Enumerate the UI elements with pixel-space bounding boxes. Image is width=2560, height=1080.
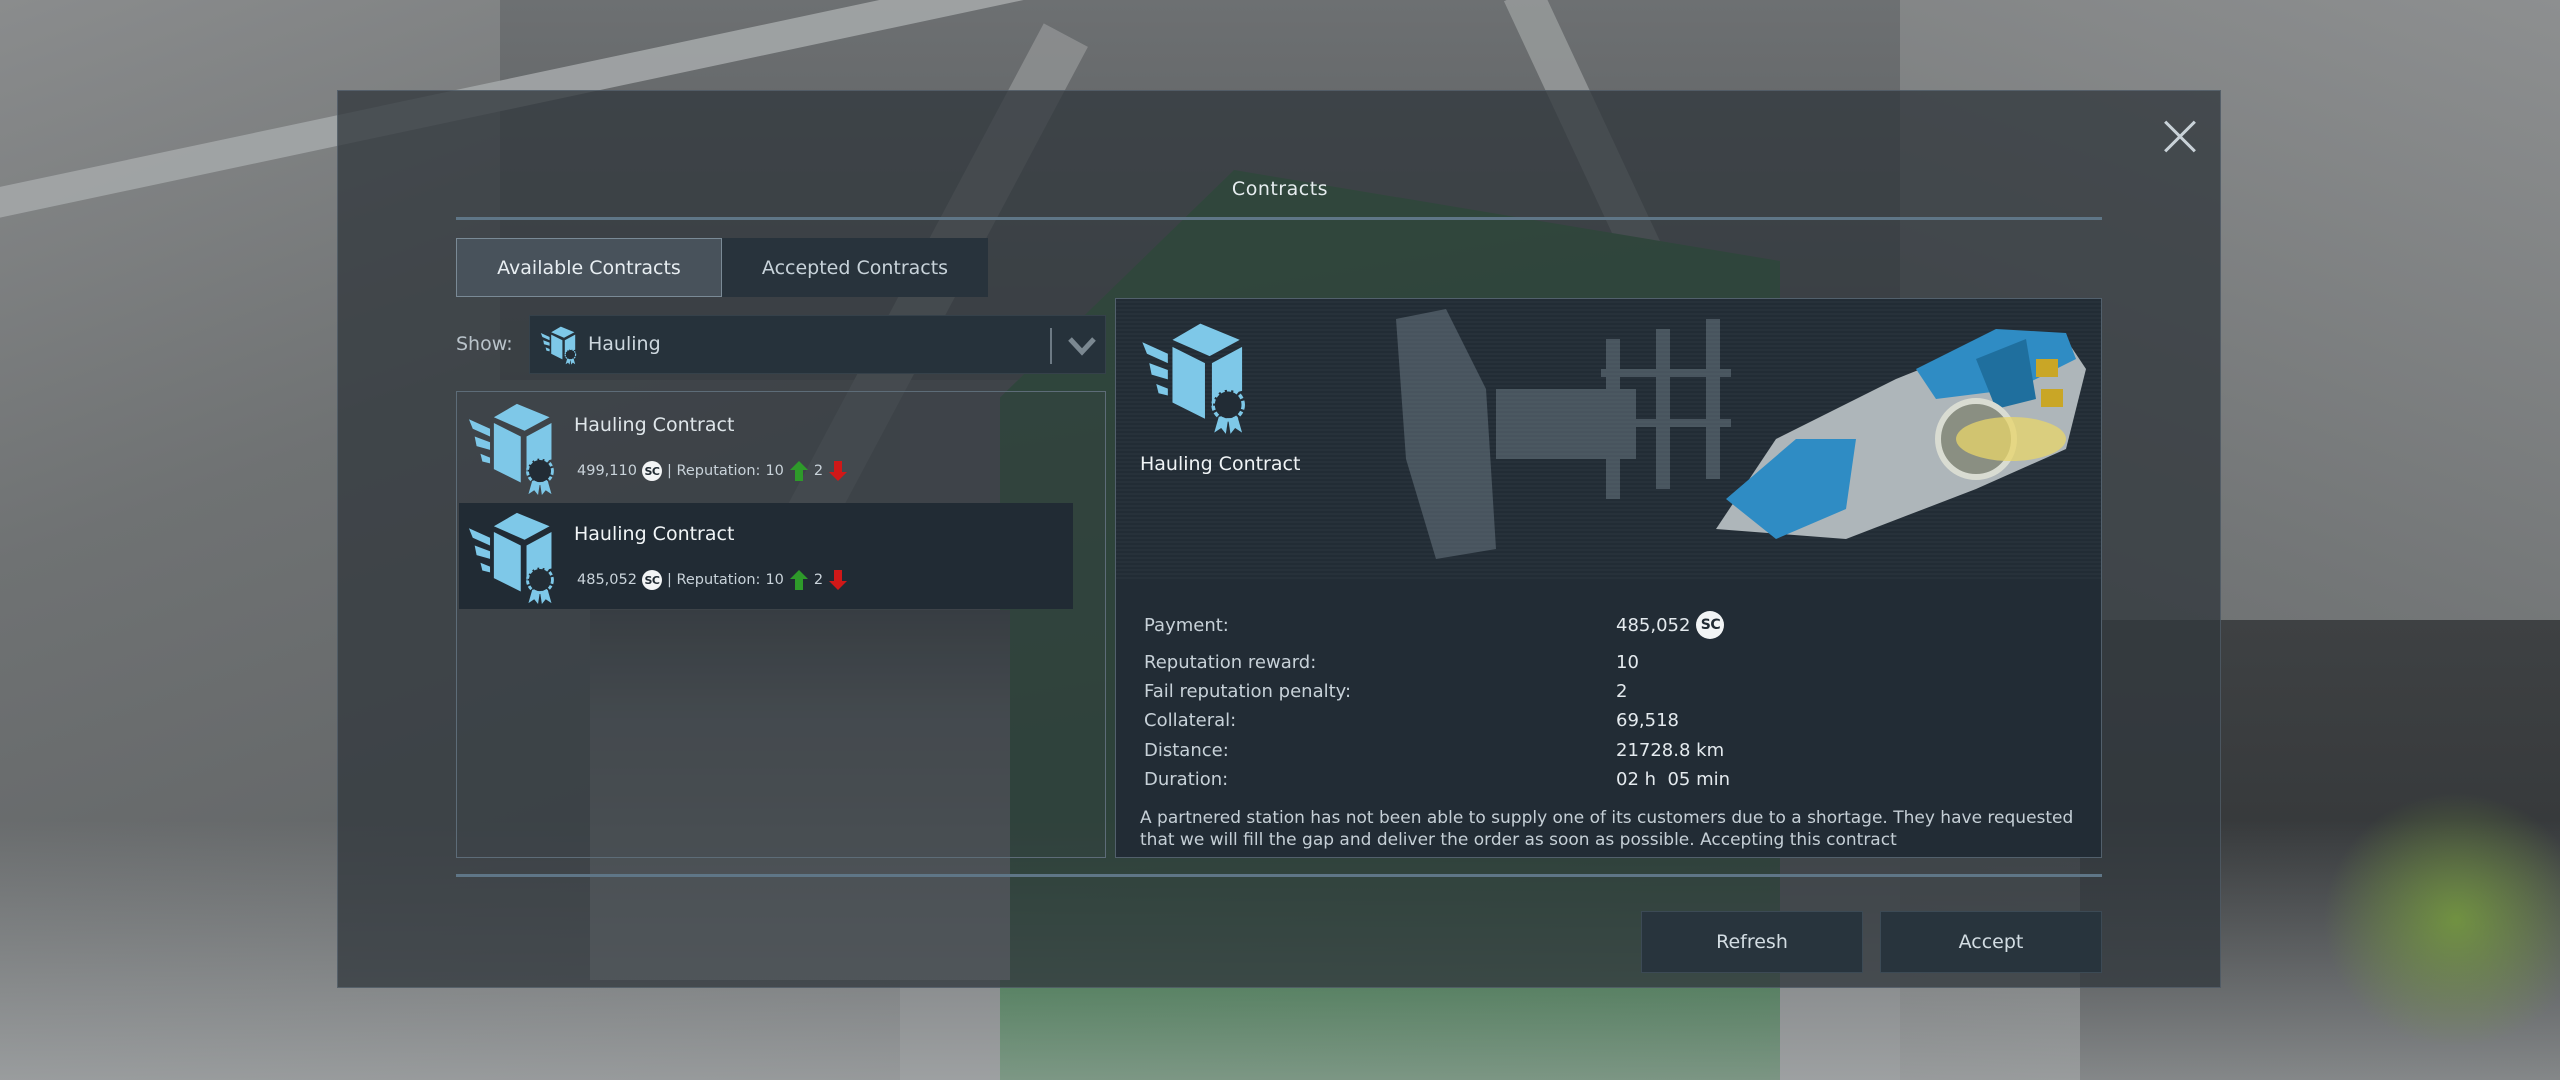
- arrow-down-icon: [828, 460, 848, 482]
- payment-value: 485,052: [1616, 614, 1691, 636]
- reputation-reward-label: Reputation reward:: [1144, 652, 1317, 673]
- hauling-contract-icon: [467, 400, 563, 496]
- duration-value: 02 h 05 min: [1616, 769, 1731, 790]
- arrow-down-icon: [828, 569, 848, 591]
- contract-summary: 499,110 SC | Reputation: 10 2: [577, 460, 848, 482]
- reputation-reward: 10: [765, 572, 784, 588]
- arrow-up-icon: [789, 569, 809, 591]
- reputation-label: | Reputation:: [666, 463, 761, 479]
- space-credits-icon: SC: [641, 461, 662, 481]
- show-filter-label: Show:: [456, 333, 513, 355]
- contract-type-dropdown[interactable]: Hauling: [529, 315, 1106, 374]
- collateral-label: Collateral:: [1144, 710, 1237, 731]
- close-icon[interactable]: [2163, 120, 2197, 154]
- fail-penalty-label: Fail reputation penalty:: [1144, 681, 1352, 702]
- accept-button[interactable]: Accept: [1880, 911, 2102, 973]
- contract-summary: 485,052 SC | Reputation: 10 2: [577, 569, 848, 591]
- contract-hero-banner: Hauling Contract: [1116, 299, 2101, 579]
- chevron-down-icon[interactable]: [1067, 330, 1097, 360]
- contract-description: A partnered station has not been able to…: [1140, 808, 2074, 850]
- title-separator: [456, 217, 2102, 220]
- contract-payment: 499,110: [577, 463, 637, 479]
- hauling-contract-icon: [467, 509, 563, 605]
- dropdown-divider: [1050, 328, 1052, 364]
- contract-title: Hauling Contract: [574, 414, 735, 436]
- footer-separator: [456, 874, 2102, 877]
- hauling-icon: [540, 324, 580, 366]
- distance-value: 21728.8 km: [1616, 740, 1725, 761]
- reputation-penalty: 2: [813, 572, 824, 588]
- space-credits-icon: SC: [641, 570, 662, 590]
- payment-value-wrap: 485,052 SC: [1616, 611, 1725, 639]
- contract-list-item[interactable]: Hauling Contract 499,110 SC | Reputation…: [459, 394, 1073, 500]
- reputation-label: | Reputation:: [666, 572, 761, 588]
- scene-plant: [2300, 770, 2560, 1070]
- arrow-up-icon: [789, 460, 809, 482]
- space-credits-icon: SC: [1696, 611, 1725, 639]
- dropdown-selected-value: Hauling: [588, 333, 661, 355]
- contract-title: Hauling Contract: [574, 523, 735, 545]
- payment-label: Payment:: [1144, 615, 1229, 636]
- collateral-value: 69,518: [1616, 710, 1679, 731]
- reputation-reward-value: 10: [1616, 652, 1639, 673]
- contract-detail-title: Hauling Contract: [1140, 453, 1301, 475]
- contract-list-item-selected[interactable]: Hauling Contract 485,052 SC | Reputation…: [459, 503, 1073, 609]
- tab-accepted-contracts[interactable]: Accepted Contracts: [722, 238, 988, 297]
- duration-label: Duration:: [1144, 769, 1229, 790]
- fail-penalty-value: 2: [1616, 681, 1628, 702]
- dialog-title: Contracts: [1231, 178, 1329, 200]
- reputation-reward: 10: [765, 463, 784, 479]
- tab-available-contracts[interactable]: Available Contracts: [456, 238, 722, 297]
- contract-payment: 485,052: [577, 572, 637, 588]
- spaceship-illustration: [1396, 309, 2086, 559]
- distance-label: Distance:: [1144, 740, 1229, 761]
- hauling-contract-icon-large: [1140, 317, 1256, 437]
- refresh-button[interactable]: Refresh: [1641, 911, 1863, 973]
- contract-details-panel: Hauling Contract Payment: 485,052 SC Rep…: [1115, 298, 2102, 858]
- reputation-penalty: 2: [813, 463, 824, 479]
- contracts-list[interactable]: Hauling Contract 499,110 SC | Reputation…: [456, 391, 1106, 858]
